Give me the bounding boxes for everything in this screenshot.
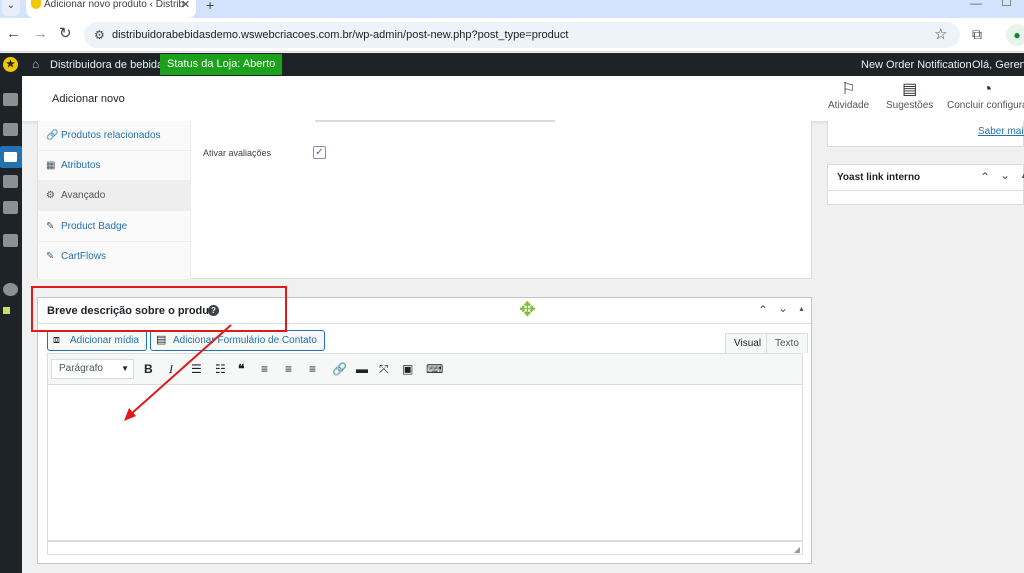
annotation-arrow (124, 324, 232, 421)
